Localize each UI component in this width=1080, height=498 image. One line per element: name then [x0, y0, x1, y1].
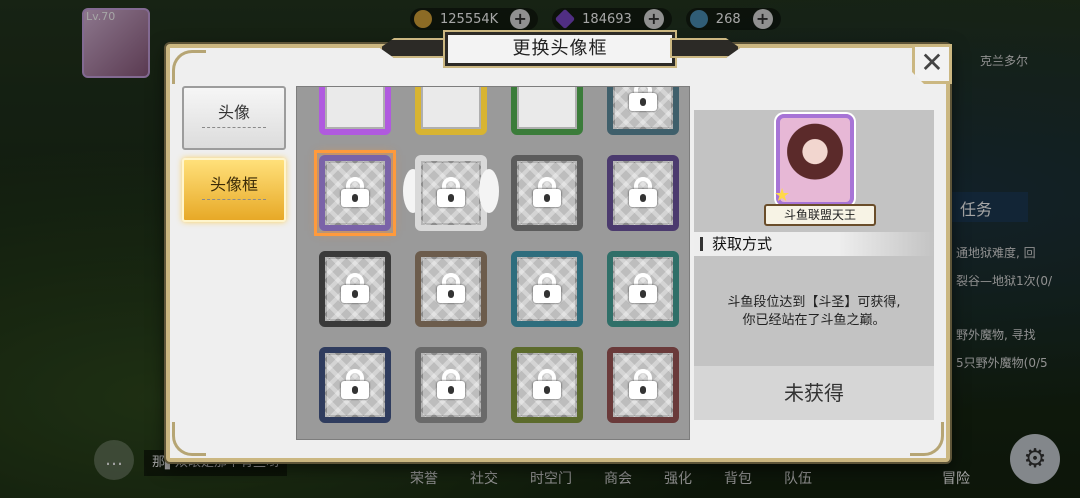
acquire-description: 斗鱼段位达到【斗圣】可获得, 你已经站在了斗鱼之巅。	[702, 294, 926, 330]
locked-avatar-frame[interactable]	[607, 155, 679, 231]
close-button[interactable]: ✕	[912, 44, 952, 84]
locked-avatar-frame[interactable]	[314, 150, 396, 236]
tab-divider	[202, 199, 266, 200]
locked-avatar-frame[interactable]	[511, 347, 583, 423]
corner-ornament	[172, 50, 206, 84]
frame-border	[415, 87, 487, 135]
banner-wing-left	[380, 38, 450, 58]
lock-icon	[629, 273, 657, 303]
lock-icon	[341, 273, 369, 303]
frame-border	[511, 87, 583, 135]
lock-icon	[629, 87, 657, 111]
acquire-method-heading: 获取方式	[694, 232, 934, 256]
locked-avatar-frame[interactable]	[319, 347, 391, 423]
acquire-description-line: 斗鱼段位达到【斗圣】可获得,	[727, 295, 901, 310]
lock-icon	[341, 369, 369, 399]
tab-avatar-frame[interactable]: 头像框	[182, 158, 286, 222]
tab-avatar[interactable]: 头像	[182, 86, 286, 150]
locked-avatar-frame[interactable]	[607, 87, 679, 135]
dialog-title-banner: 更换头像框	[380, 30, 740, 68]
star-icon: ★	[774, 185, 791, 206]
frame-grid	[296, 86, 690, 440]
corner-ornament	[910, 422, 944, 456]
locked-avatar-frame[interactable]	[607, 251, 679, 327]
locked-avatar-frame[interactable]	[415, 251, 487, 327]
lock-icon	[533, 177, 561, 207]
lock-icon	[629, 369, 657, 399]
lock-icon	[437, 273, 465, 303]
acquire-description-line: 你已经站在了斗鱼之巅。	[742, 313, 886, 328]
frame-detail-panel: ★ 斗鱼联盟天王 获取方式 斗鱼段位达到【斗圣】可获得, 你已经站在了斗鱼之巅。…	[694, 110, 934, 420]
locked-avatar-frame[interactable]	[511, 155, 583, 231]
lock-icon	[437, 369, 465, 399]
locked-avatar-frame[interactable]	[319, 251, 391, 327]
locked-avatar-frame[interactable]	[415, 347, 487, 423]
avatar-frame-item[interactable]	[415, 87, 487, 135]
lock-icon	[437, 177, 465, 207]
acquire-status: 未获得	[694, 366, 934, 420]
corner-ornament	[172, 422, 206, 456]
avatar-frame-dialog: 更换头像框 ✕ 头像 头像框 ★ 斗鱼联盟天王 获取方式 斗鱼段位达到【斗圣】可…	[166, 30, 952, 462]
tab-label: 头像	[217, 103, 250, 122]
frame-border	[319, 87, 391, 135]
lock-icon	[629, 177, 657, 207]
frame-name: 斗鱼联盟天王	[764, 204, 876, 226]
banner-wing-right	[670, 38, 740, 58]
locked-avatar-frame[interactable]	[607, 347, 679, 423]
lock-icon	[533, 273, 561, 303]
frame-preview-avatar: ★	[774, 114, 854, 206]
lock-icon	[533, 369, 561, 399]
dialog-title: 更换头像框	[443, 30, 677, 68]
avatar-frame-item[interactable]	[319, 87, 391, 135]
locked-avatar-frame[interactable]	[511, 251, 583, 327]
tab-divider	[202, 127, 266, 128]
locked-avatar-frame[interactable]	[403, 155, 499, 231]
lock-icon	[341, 177, 369, 207]
avatar-frame-item[interactable]	[511, 87, 583, 135]
tab-label: 头像框	[209, 175, 258, 194]
